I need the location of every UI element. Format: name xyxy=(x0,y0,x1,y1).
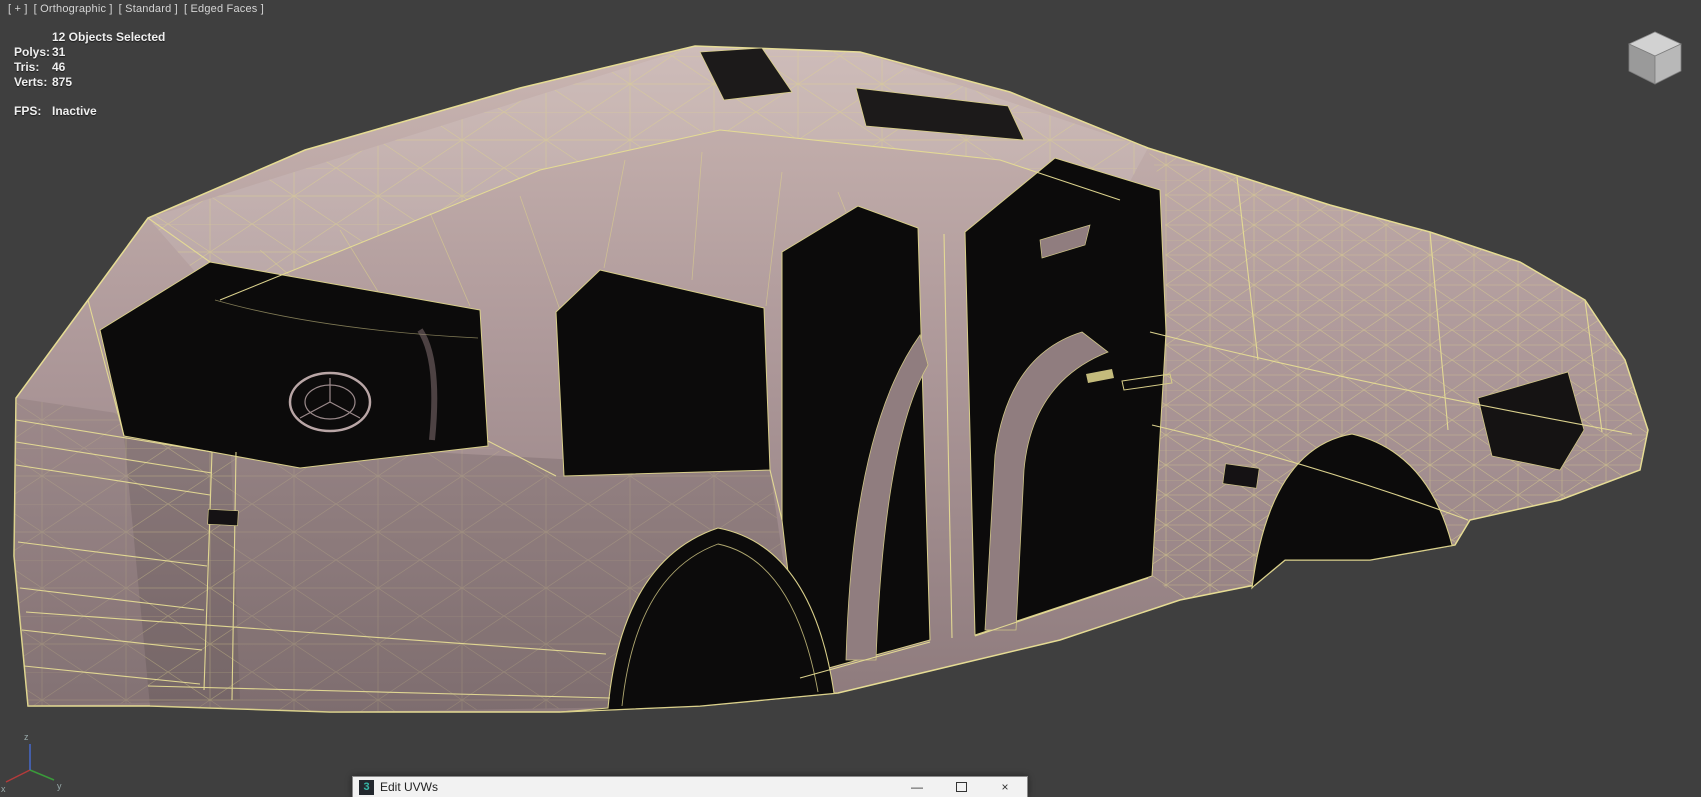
verts-stat: Verts: 875 xyxy=(14,75,165,90)
viewport-menu-general[interactable]: [ + ] xyxy=(8,3,28,15)
3ds-max-icon: 3 xyxy=(359,779,374,795)
tris-label: Tris: xyxy=(14,60,40,74)
window-controls: — × xyxy=(895,777,1027,797)
minimize-icon: — xyxy=(911,780,923,794)
axis-z-label: z xyxy=(24,732,29,742)
viewport-menu-shading[interactable]: [ Standard ] xyxy=(119,3,178,15)
polys-value: 31 xyxy=(52,45,66,59)
viewport[interactable]: x y z [ + ] [ Orthographic ] [ Standard … xyxy=(0,0,1701,797)
viewport-canvas[interactable]: x y z xyxy=(0,0,1701,797)
edit-uvws-window[interactable]: 3 Edit UVWs — × xyxy=(352,776,1028,797)
selection-count: 12 Objects Selected xyxy=(52,30,166,44)
verts-value: 875 xyxy=(52,75,73,89)
minimize-button[interactable]: — xyxy=(895,777,939,797)
fps-value: Inactive xyxy=(52,104,97,118)
fps-stat: FPS: Inactive xyxy=(14,104,165,119)
view-cube[interactable] xyxy=(1628,31,1682,85)
close-icon: × xyxy=(1001,780,1009,794)
maximize-icon xyxy=(955,782,967,792)
verts-label: Verts: xyxy=(14,75,48,89)
car-model[interactable] xyxy=(13,45,1649,713)
viewport-menu-display-mode[interactable]: [ Edged Faces ] xyxy=(184,3,264,15)
axis-y-label: y xyxy=(57,781,62,791)
polys-label: Polys: xyxy=(14,45,51,59)
viewport-statistics: 12 Objects Selected Polys: 31 Tris: 46 V… xyxy=(14,30,165,119)
fps-label: FPS: xyxy=(14,104,42,118)
tris-stat: Tris: 46 xyxy=(14,60,165,75)
world-axis-tripod: x y z xyxy=(1,732,62,794)
viewport-menu-pov[interactable]: [ Orthographic ] xyxy=(34,3,113,15)
close-button[interactable]: × xyxy=(983,777,1027,797)
axis-x-label: x xyxy=(1,784,6,794)
polys-stat: Polys: 31 xyxy=(14,45,165,60)
maximize-button[interactable] xyxy=(939,777,983,797)
edit-uvws-window-title: Edit UVWs xyxy=(380,780,439,794)
viewport-label: [ + ] [ Orthographic ] [ Standard ] [ Ed… xyxy=(8,3,264,15)
tris-value: 46 xyxy=(52,60,66,74)
